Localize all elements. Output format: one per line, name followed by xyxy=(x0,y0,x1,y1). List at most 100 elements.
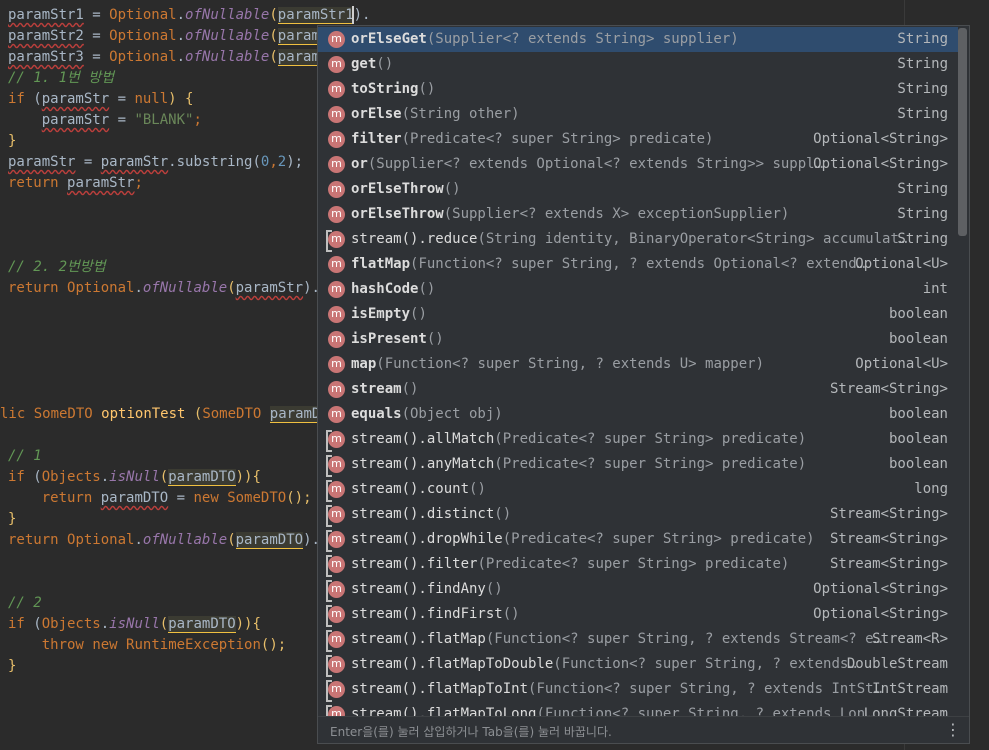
completion-item-type: boolean xyxy=(888,431,948,447)
code-token: Optional xyxy=(67,280,135,296)
method-icon: m xyxy=(326,430,345,452)
completion-item[interactable]: m stream().distinct() Stream<String> xyxy=(318,502,958,527)
code-token: ofNullable xyxy=(185,7,270,23)
completion-item-name: orElseThrow xyxy=(351,206,444,222)
code-token: ofNullable xyxy=(142,532,228,548)
more-options-icon[interactable]: ⋮ xyxy=(945,721,961,739)
completion-item-prefix: stream(). xyxy=(351,481,427,497)
code-token: Objects xyxy=(41,469,101,485)
code-line: return paramStr; xyxy=(8,173,143,194)
completion-item[interactable]: m stream().reduce(String identity, Binary… xyxy=(318,227,958,252)
completion-item-name: orElseGet xyxy=(351,31,427,47)
completion-item[interactable]: m orElseGet(Supplier<? extends String> su… xyxy=(318,27,958,52)
code-token: ( xyxy=(24,91,42,107)
completion-item[interactable]: m stream().allMatch(Predicate<? super Str… xyxy=(318,427,958,452)
completion-item[interactable]: m stream().dropWhile(Predicate<? super St… xyxy=(318,527,958,552)
completion-item[interactable]: m stream().flatMapToInt(Function<? super … xyxy=(318,677,958,702)
completion-item[interactable]: m get() String xyxy=(318,52,958,77)
completion-item-type: Stream<String> xyxy=(829,381,948,397)
completion-item[interactable]: m stream().count() long xyxy=(318,477,958,502)
completion-item-params: () xyxy=(443,181,461,197)
completion-item[interactable]: m stream() Stream<String> xyxy=(318,377,958,402)
method-icon: m xyxy=(328,406,345,423)
code-token: "BLANK" xyxy=(134,112,194,128)
method-icon: m xyxy=(328,206,345,223)
completion-item-params: (Function<? super String, ? extends… xyxy=(553,656,857,672)
completion-item[interactable]: m orElseThrow() String xyxy=(318,177,958,202)
completion-item-type: boolean xyxy=(888,306,948,322)
completion-item-name: dropWhile xyxy=(426,531,503,547)
completion-item-type: int xyxy=(922,281,948,297)
code-token: } xyxy=(8,133,17,149)
code-line: paramStr1 = Optional.ofNullable(paramStr… xyxy=(8,5,370,26)
completion-item-signature: stream().allMatch(Predicate<? super Stri… xyxy=(351,427,806,452)
completion-item-prefix: stream(). xyxy=(351,631,427,647)
completion-item[interactable]: m orElseThrow(Supplier<? extends X> excep… xyxy=(318,202,958,227)
code-token: ( xyxy=(24,616,42,632)
completion-item[interactable]: m stream().flatMapToDouble(Function<? sup… xyxy=(318,652,958,677)
method-icon: m xyxy=(328,131,345,148)
completion-scrollbar[interactable] xyxy=(958,28,967,236)
completion-list[interactable]: m orElseGet(Supplier<? extends String> su… xyxy=(318,26,958,716)
completion-item[interactable]: m stream().anyMatch(Predicate<? super Str… xyxy=(318,452,958,477)
method-icon: m xyxy=(328,156,345,173)
completion-item[interactable]: m filter(Predicate<? super String> predic… xyxy=(318,127,958,152)
completion-item-prefix: stream(). xyxy=(351,556,427,572)
code-token: paramStr xyxy=(67,175,135,191)
code-token: ( xyxy=(185,406,203,422)
method-icon: m xyxy=(328,281,345,298)
completion-item[interactable]: m hashCode() int xyxy=(318,277,958,302)
code-token: return xyxy=(8,280,59,296)
code-line: if (Objects.isNull(paramDTO)){ xyxy=(8,467,261,488)
code-token: ofNullable xyxy=(185,49,270,65)
completion-item-name: allMatch xyxy=(426,431,495,447)
completion-item-type: Stream<R> xyxy=(872,631,948,647)
code-token: return xyxy=(8,532,59,548)
completion-item-type: Stream<String> xyxy=(829,506,948,522)
completion-item[interactable]: m toString() String xyxy=(318,77,958,102)
code-token: = xyxy=(109,112,135,128)
completion-item-signature: stream().filter(Predicate<? super String… xyxy=(351,552,789,577)
code-token: } xyxy=(8,658,17,674)
completion-item-signature: isEmpty() xyxy=(351,302,427,327)
completion-item[interactable]: m isPresent() boolean xyxy=(318,327,958,352)
completion-item-type: String xyxy=(897,81,948,97)
completion-item-name: distinct xyxy=(426,506,495,522)
code-token: paramStr2 xyxy=(8,28,84,44)
completion-item-signature: isPresent() xyxy=(351,327,444,352)
completion-item-name: toString xyxy=(351,81,419,97)
completion-item[interactable]: m stream().flatMap(Function<? super Strin… xyxy=(318,627,958,652)
completion-item[interactable]: m stream().filter(Predicate<? super Strin… xyxy=(318,552,958,577)
completion-item-type: String xyxy=(897,106,948,122)
completion-item-type: Optional<U> xyxy=(855,356,948,372)
completion-item[interactable]: m map(Function<? super String, ? extends … xyxy=(318,352,958,377)
method-icon: m xyxy=(326,555,345,577)
completion-item[interactable]: m equals(Object obj) boolean xyxy=(318,402,958,427)
completion-item-signature: or(Supplier<? extends Optional<? extends… xyxy=(351,152,823,177)
code-token: // 1 xyxy=(8,448,42,464)
code-token: Optional xyxy=(109,28,177,44)
completion-item[interactable]: m orElse(String other) String xyxy=(318,102,958,127)
code-token: return xyxy=(8,175,59,191)
method-icon: m xyxy=(326,705,345,716)
method-icon: m xyxy=(328,256,345,273)
code-completion-popup[interactable]: m orElseGet(Supplier<? extends String> su… xyxy=(317,25,970,744)
method-icon: m xyxy=(326,630,345,652)
completion-item-name: flatMapToLong xyxy=(426,706,537,716)
code-token: paramDTO xyxy=(168,616,236,633)
completion-item[interactable]: m flatMap(Function<? super String, ? exte… xyxy=(318,252,958,277)
method-icon: m xyxy=(328,306,345,323)
completion-item[interactable]: m isEmpty() boolean xyxy=(318,302,958,327)
completion-item[interactable]: m stream().findAny() Optional<String> xyxy=(318,577,958,602)
completion-item[interactable]: m stream().flatMapToLong(Function<? super… xyxy=(318,702,958,716)
completion-item[interactable]: m or(Supplier<? extends Optional<? extend… xyxy=(318,152,958,177)
completion-item-params: () xyxy=(502,606,520,622)
code-line: // 2 xyxy=(8,593,42,614)
completion-item-signature: equals(Object obj) xyxy=(351,402,503,427)
completion-item[interactable]: m stream().findFirst() Optional<String> xyxy=(318,602,958,627)
method-icon: m xyxy=(326,505,345,527)
